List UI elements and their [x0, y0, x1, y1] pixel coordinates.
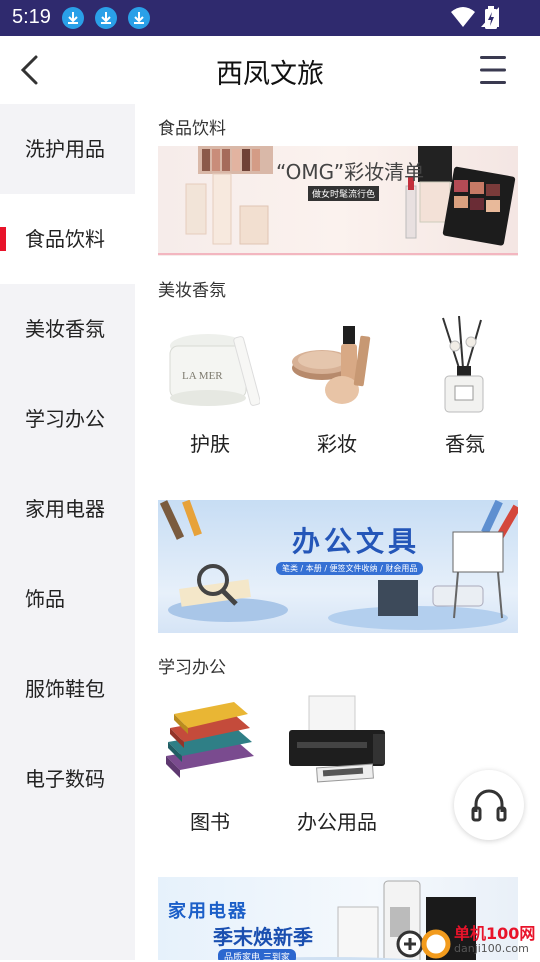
sidebar-item-label: 美妆香氛 [25, 317, 105, 341]
category-makeup[interactable]: 彩妆 [287, 316, 387, 457]
fragrance-image [415, 315, 515, 416]
category-label: 护肤 [190, 432, 230, 456]
sidebar-item-beauty-fragrance[interactable]: 美妆香氛 [0, 284, 135, 374]
watermark-text: 单机100网 [454, 924, 536, 943]
skincare-image: LA MER [160, 316, 261, 416]
printer-image [287, 694, 387, 794]
category-label: 办公用品 [297, 810, 377, 834]
download-icon [128, 7, 150, 29]
section-title-beauty-fragrance: 美妆香氛 [158, 281, 226, 301]
category-skincare[interactable]: LA MER 护肤 [160, 316, 261, 457]
category-books[interactable]: 图书 [160, 694, 260, 835]
category-label: 彩妆 [317, 432, 357, 456]
category-label: 图书 [190, 810, 230, 834]
status-bar: 5:19 [0, 0, 540, 36]
sidebar-item-electronics[interactable]: 电子数码 [0, 734, 135, 824]
sidebar-item-label: 家用电器 [25, 497, 105, 521]
office-banner-title: 办公文具 [292, 525, 421, 558]
headset-icon [471, 789, 507, 822]
watermark-logo: 单机100网 danji100.com [396, 918, 540, 960]
makeup-banner-title: “OMG”彩妆清单 [276, 160, 425, 184]
sidebar-item-home-appliances[interactable]: 家用电器 [0, 464, 135, 554]
category-sidebar: 洗护用品 食品饮料 美妆香氛 学习办公 家用电器 饰品 服饰鞋包 电子数码 [0, 104, 135, 960]
watermark-url: danji100.com [454, 942, 529, 955]
section-title-food-drinks: 食品饮料 [158, 119, 226, 139]
sidebar-item-toiletries[interactable]: 洗护用品 [0, 104, 135, 194]
category-fragrance[interactable]: 香氛 [415, 315, 515, 457]
status-time: 5:19 [12, 6, 51, 28]
sidebar-item-apparel-bags[interactable]: 服饰鞋包 [0, 644, 135, 734]
download-icon [95, 7, 117, 29]
app-header: 西凤文旅 [0, 36, 540, 104]
download-icon [62, 7, 84, 29]
appliance-banner-subtitle: 品质家电 三到家 [218, 949, 296, 960]
battery-icon [485, 6, 497, 29]
office-banner-subtitle: 笔类 / 本册 / 便签文件收纳 / 财会用品 [276, 562, 424, 575]
sidebar-item-study-office[interactable]: 学习办公 [0, 374, 135, 464]
sidebar-item-accessories[interactable]: 饰品 [0, 554, 135, 644]
section-title-study-office: 学习办公 [158, 658, 226, 678]
category-label: 香氛 [445, 432, 485, 456]
skincare-brand-text: LA MER [182, 370, 223, 382]
makeup-banner-subtitle: 做女时髦流行色 [308, 186, 380, 201]
books-image [160, 694, 260, 794]
page-title: 西凤文旅 [216, 59, 324, 90]
menu-icon[interactable] [476, 54, 510, 86]
watermark-icon [396, 929, 451, 959]
appliance-banner-title2: 季末焕新季 [213, 925, 313, 949]
sidebar-item-label: 食品饮料 [25, 227, 105, 251]
sidebar-item-label: 电子数码 [25, 767, 105, 791]
makeup-image [287, 316, 387, 416]
customer-service-button[interactable] [454, 770, 524, 840]
active-indicator [0, 227, 6, 251]
category-office-supplies[interactable]: 办公用品 [287, 694, 387, 835]
appliance-banner-title1: 家用电器 [168, 901, 248, 922]
wifi-icon [451, 7, 475, 27]
sidebar-item-label: 洗护用品 [25, 137, 105, 161]
omg-makeup-banner[interactable]: “OMG”彩妆清单 做女时髦流行色 [158, 146, 518, 256]
sidebar-item-label: 学习办公 [25, 407, 105, 431]
sidebar-item-label: 服饰鞋包 [25, 677, 105, 701]
sidebar-item-label: 饰品 [25, 587, 65, 611]
sidebar-item-food-drinks[interactable]: 食品饮料 [0, 194, 135, 284]
office-supplies-banner[interactable]: 办公文具 笔类 / 本册 / 便签文件收纳 / 财会用品 [158, 500, 518, 633]
